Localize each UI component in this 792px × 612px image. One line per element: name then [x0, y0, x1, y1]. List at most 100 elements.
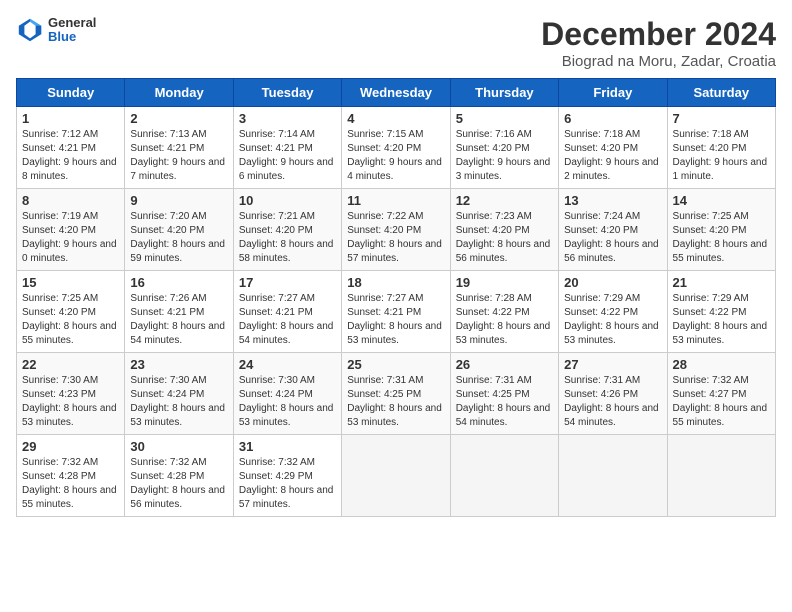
day-number: 11 [347, 193, 444, 208]
day-number: 29 [22, 439, 119, 454]
day-number: 18 [347, 275, 444, 290]
day-info: Sunrise: 7:31 AMSunset: 4:25 PMDaylight:… [456, 375, 551, 428]
week-row-5: 29 Sunrise: 7:32 AMSunset: 4:28 PMDaylig… [17, 435, 776, 517]
day-number: 16 [130, 275, 227, 290]
calendar-cell: 15 Sunrise: 7:25 AMSunset: 4:20 PMDaylig… [17, 271, 125, 353]
day-number: 7 [673, 111, 770, 126]
day-info: Sunrise: 7:31 AMSunset: 4:25 PMDaylight:… [347, 375, 442, 428]
calendar-cell: 20 Sunrise: 7:29 AMSunset: 4:22 PMDaylig… [559, 271, 667, 353]
day-number: 27 [564, 357, 661, 372]
calendar-cell [559, 435, 667, 517]
day-info: Sunrise: 7:16 AMSunset: 4:20 PMDaylight:… [456, 129, 551, 182]
header-row: SundayMondayTuesdayWednesdayThursdayFrid… [17, 79, 776, 107]
calendar-cell: 30 Sunrise: 7:32 AMSunset: 4:28 PMDaylig… [125, 435, 233, 517]
day-number: 17 [239, 275, 336, 290]
day-number: 19 [456, 275, 553, 290]
day-info: Sunrise: 7:25 AMSunset: 4:20 PMDaylight:… [673, 211, 768, 264]
month-title: December 2024 [541, 16, 776, 53]
day-number: 2 [130, 111, 227, 126]
day-number: 25 [347, 357, 444, 372]
column-header-friday: Friday [559, 79, 667, 107]
calendar-cell: 11 Sunrise: 7:22 AMSunset: 4:20 PMDaylig… [342, 189, 450, 271]
day-number: 15 [22, 275, 119, 290]
day-info: Sunrise: 7:29 AMSunset: 4:22 PMDaylight:… [673, 293, 768, 346]
day-info: Sunrise: 7:20 AMSunset: 4:20 PMDaylight:… [130, 211, 225, 264]
header: General Blue December 2024 Biograd na Mo… [16, 16, 776, 70]
day-info: Sunrise: 7:18 AMSunset: 4:20 PMDaylight:… [673, 129, 768, 182]
day-info: Sunrise: 7:32 AMSunset: 4:29 PMDaylight:… [239, 457, 334, 510]
day-number: 20 [564, 275, 661, 290]
calendar-cell: 27 Sunrise: 7:31 AMSunset: 4:26 PMDaylig… [559, 353, 667, 435]
day-number: 10 [239, 193, 336, 208]
logo-icon [16, 16, 44, 44]
day-info: Sunrise: 7:12 AMSunset: 4:21 PMDaylight:… [22, 129, 117, 182]
location: Biograd na Moru, Zadar, Croatia [541, 53, 776, 70]
day-info: Sunrise: 7:30 AMSunset: 4:24 PMDaylight:… [130, 375, 225, 428]
calendar-cell [342, 435, 450, 517]
calendar-cell: 19 Sunrise: 7:28 AMSunset: 4:22 PMDaylig… [450, 271, 558, 353]
calendar-cell: 26 Sunrise: 7:31 AMSunset: 4:25 PMDaylig… [450, 353, 558, 435]
day-info: Sunrise: 7:27 AMSunset: 4:21 PMDaylight:… [239, 293, 334, 346]
day-info: Sunrise: 7:23 AMSunset: 4:20 PMDaylight:… [456, 211, 551, 264]
day-number: 14 [673, 193, 770, 208]
day-info: Sunrise: 7:21 AMSunset: 4:20 PMDaylight:… [239, 211, 334, 264]
calendar-cell: 24 Sunrise: 7:30 AMSunset: 4:24 PMDaylig… [233, 353, 341, 435]
day-info: Sunrise: 7:19 AMSunset: 4:20 PMDaylight:… [22, 211, 117, 264]
day-info: Sunrise: 7:31 AMSunset: 4:26 PMDaylight:… [564, 375, 659, 428]
day-number: 4 [347, 111, 444, 126]
day-info: Sunrise: 7:32 AMSunset: 4:27 PMDaylight:… [673, 375, 768, 428]
calendar-cell: 6 Sunrise: 7:18 AMSunset: 4:20 PMDayligh… [559, 107, 667, 189]
column-header-monday: Monday [125, 79, 233, 107]
day-number: 31 [239, 439, 336, 454]
week-row-2: 8 Sunrise: 7:19 AMSunset: 4:20 PMDayligh… [17, 189, 776, 271]
day-number: 5 [456, 111, 553, 126]
day-info: Sunrise: 7:32 AMSunset: 4:28 PMDaylight:… [22, 457, 117, 510]
day-number: 9 [130, 193, 227, 208]
calendar-cell: 22 Sunrise: 7:30 AMSunset: 4:23 PMDaylig… [17, 353, 125, 435]
day-info: Sunrise: 7:24 AMSunset: 4:20 PMDaylight:… [564, 211, 659, 264]
day-info: Sunrise: 7:13 AMSunset: 4:21 PMDaylight:… [130, 129, 225, 182]
calendar-cell: 25 Sunrise: 7:31 AMSunset: 4:25 PMDaylig… [342, 353, 450, 435]
day-info: Sunrise: 7:14 AMSunset: 4:21 PMDaylight:… [239, 129, 334, 182]
day-number: 24 [239, 357, 336, 372]
column-header-thursday: Thursday [450, 79, 558, 107]
calendar-cell: 12 Sunrise: 7:23 AMSunset: 4:20 PMDaylig… [450, 189, 558, 271]
day-number: 1 [22, 111, 119, 126]
day-info: Sunrise: 7:32 AMSunset: 4:28 PMDaylight:… [130, 457, 225, 510]
day-number: 23 [130, 357, 227, 372]
calendar-cell: 4 Sunrise: 7:15 AMSunset: 4:20 PMDayligh… [342, 107, 450, 189]
day-info: Sunrise: 7:26 AMSunset: 4:21 PMDaylight:… [130, 293, 225, 346]
calendar-cell [450, 435, 558, 517]
week-row-1: 1 Sunrise: 7:12 AMSunset: 4:21 PMDayligh… [17, 107, 776, 189]
calendar-cell [667, 435, 775, 517]
calendar-cell: 13 Sunrise: 7:24 AMSunset: 4:20 PMDaylig… [559, 189, 667, 271]
day-info: Sunrise: 7:27 AMSunset: 4:21 PMDaylight:… [347, 293, 442, 346]
calendar-cell: 31 Sunrise: 7:32 AMSunset: 4:29 PMDaylig… [233, 435, 341, 517]
day-number: 8 [22, 193, 119, 208]
day-number: 21 [673, 275, 770, 290]
calendar-cell: 17 Sunrise: 7:27 AMSunset: 4:21 PMDaylig… [233, 271, 341, 353]
day-number: 26 [456, 357, 553, 372]
day-number: 13 [564, 193, 661, 208]
day-number: 22 [22, 357, 119, 372]
calendar-cell: 28 Sunrise: 7:32 AMSunset: 4:27 PMDaylig… [667, 353, 775, 435]
column-header-tuesday: Tuesday [233, 79, 341, 107]
day-info: Sunrise: 7:30 AMSunset: 4:24 PMDaylight:… [239, 375, 334, 428]
title-area: December 2024 Biograd na Moru, Zadar, Cr… [541, 16, 776, 70]
calendar-cell: 5 Sunrise: 7:16 AMSunset: 4:20 PMDayligh… [450, 107, 558, 189]
calendar-table: SundayMondayTuesdayWednesdayThursdayFrid… [16, 78, 776, 517]
day-info: Sunrise: 7:29 AMSunset: 4:22 PMDaylight:… [564, 293, 659, 346]
calendar-cell: 9 Sunrise: 7:20 AMSunset: 4:20 PMDayligh… [125, 189, 233, 271]
calendar-cell: 14 Sunrise: 7:25 AMSunset: 4:20 PMDaylig… [667, 189, 775, 271]
calendar-cell: 10 Sunrise: 7:21 AMSunset: 4:20 PMDaylig… [233, 189, 341, 271]
day-info: Sunrise: 7:30 AMSunset: 4:23 PMDaylight:… [22, 375, 117, 428]
calendar-cell: 23 Sunrise: 7:30 AMSunset: 4:24 PMDaylig… [125, 353, 233, 435]
logo: General Blue [16, 16, 96, 45]
week-row-3: 15 Sunrise: 7:25 AMSunset: 4:20 PMDaylig… [17, 271, 776, 353]
column-header-saturday: Saturday [667, 79, 775, 107]
day-number: 6 [564, 111, 661, 126]
calendar-cell: 29 Sunrise: 7:32 AMSunset: 4:28 PMDaylig… [17, 435, 125, 517]
calendar-cell: 16 Sunrise: 7:26 AMSunset: 4:21 PMDaylig… [125, 271, 233, 353]
calendar-cell: 1 Sunrise: 7:12 AMSunset: 4:21 PMDayligh… [17, 107, 125, 189]
calendar-cell: 2 Sunrise: 7:13 AMSunset: 4:21 PMDayligh… [125, 107, 233, 189]
